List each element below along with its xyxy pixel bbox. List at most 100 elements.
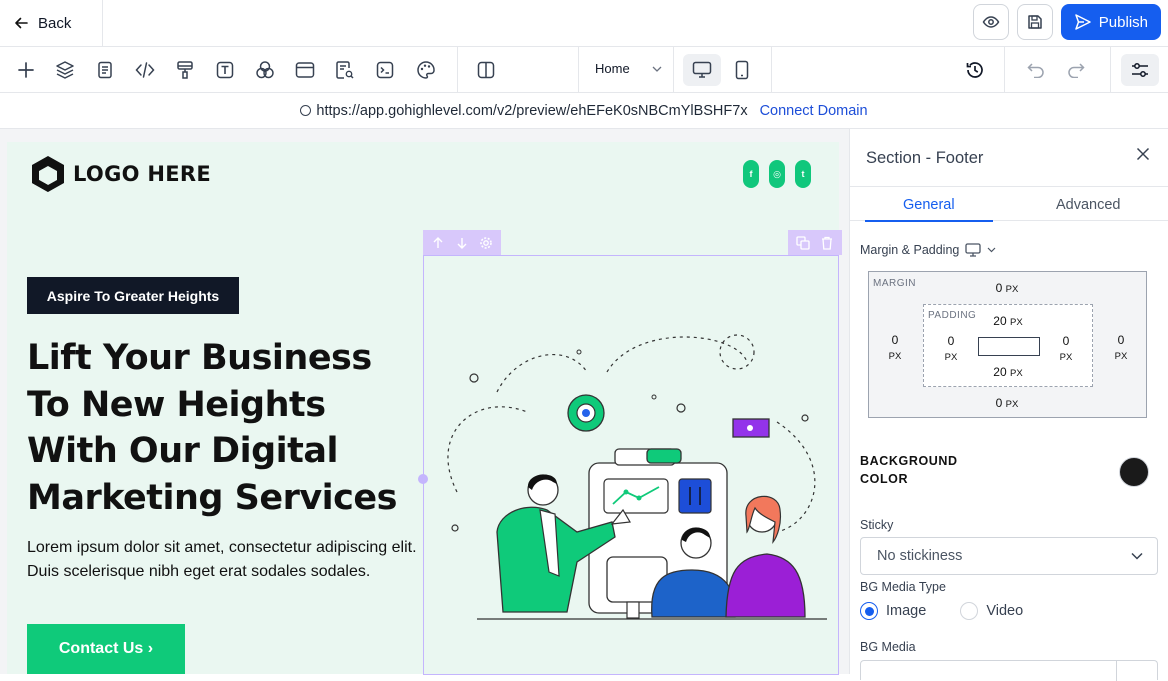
padding-label: PADDING: [928, 310, 977, 321]
seo-icon[interactable]: [333, 58, 357, 82]
hero-body-text[interactable]: Lorem ipsum dolor sit amet, consectetur …: [27, 536, 417, 584]
add-icon[interactable]: [14, 58, 38, 82]
social-links: f ◎ t: [743, 160, 811, 188]
hero-headline[interactable]: Lift Your Business To New Heights With O…: [27, 335, 417, 521]
send-icon: [1075, 14, 1091, 30]
sticky-label: Sticky: [860, 518, 894, 532]
connect-domain-link[interactable]: Connect Domain: [760, 103, 868, 119]
sections-icon[interactable]: [293, 58, 317, 82]
duplicate-icon[interactable]: [793, 233, 813, 253]
toolbar-divider: [673, 47, 674, 93]
page-preview: LOGO HERE f ◎ t Aspire To Greater Height…: [7, 142, 842, 675]
toolbar-divider: [1004, 47, 1005, 93]
bg-media-input[interactable]: [860, 660, 1158, 681]
page-select[interactable]: Home: [595, 61, 662, 76]
headline-line: With Our Digital: [27, 431, 339, 471]
history-icon[interactable]: [963, 58, 987, 82]
properties-panel: Section - Footer General Advanced Margin…: [849, 129, 1168, 681]
logo[interactable]: LOGO HERE: [29, 154, 211, 194]
undo-icon[interactable]: [1024, 58, 1048, 82]
marketing-team-illustration: [447, 334, 827, 620]
back-label: Back: [38, 14, 72, 32]
settings-button[interactable]: [1121, 54, 1159, 86]
panel-tabs: General Advanced: [850, 186, 1168, 222]
margin-right-value[interactable]: 0 PX: [1109, 333, 1133, 364]
media-input-divider: [1116, 661, 1117, 681]
padding-bottom-value[interactable]: 20 PX: [984, 365, 1032, 379]
editor-canvas: LOGO HERE f ◎ t Aspire To Greater Height…: [0, 129, 849, 675]
margin-label: MARGIN: [873, 278, 916, 289]
top-actions: Publish: [972, 4, 1161, 40]
publish-button[interactable]: Publish: [1060, 4, 1161, 40]
toolbar-divider: [578, 47, 579, 93]
move-up-icon[interactable]: [428, 233, 448, 253]
padding-top-value[interactable]: 20 PX: [984, 314, 1032, 328]
layers-icon[interactable]: [53, 58, 77, 82]
back-button[interactable]: Back: [0, 0, 103, 46]
margin-top-value[interactable]: 0 PX: [987, 281, 1027, 295]
margin-bottom-value[interactable]: 0 PX: [987, 396, 1027, 410]
headline-line: Lift Your Business: [27, 338, 372, 378]
instagram-icon[interactable]: ◎: [769, 160, 785, 188]
contact-us-button[interactable]: Contact Us ›: [27, 624, 185, 674]
content-box: [978, 337, 1040, 356]
eye-icon: [982, 16, 1000, 28]
headline-line: To New Heights: [27, 384, 326, 425]
pages-icon[interactable]: [93, 58, 117, 82]
desktop-icon[interactable]: [965, 243, 982, 257]
radio-video[interactable]: [960, 602, 979, 620]
editor-toolbar: Home: [0, 47, 1168, 93]
resize-handle[interactable]: [418, 474, 428, 484]
color-palette-icon[interactable]: [414, 58, 438, 82]
radio-video-label: Video: [986, 603, 1024, 619]
hexagon-logo-icon: [32, 156, 64, 192]
sticky-select-value: No stickiness: [877, 548, 963, 564]
text-icon[interactable]: [213, 58, 237, 82]
element-move-toolbar: [423, 230, 501, 255]
sticky-select[interactable]: No stickiness: [860, 537, 1158, 575]
tagline-badge[interactable]: Aspire To Greater Heights: [27, 277, 239, 314]
margin-padding-label: Margin & Padding: [860, 243, 960, 257]
elements-icon[interactable]: [253, 58, 277, 82]
background-color-label: BACKGROUND COLOR: [860, 454, 958, 486]
padding-right-value[interactable]: 0 PX: [1054, 334, 1078, 365]
styles-icon[interactable]: [173, 58, 197, 82]
radio-image[interactable]: [860, 602, 878, 620]
preview-url[interactable]: https://app.gohighlevel.com/v2/preview/e…: [316, 103, 747, 119]
background-color-swatch[interactable]: [1119, 457, 1149, 487]
desktop-icon: [692, 61, 712, 78]
split-view-icon[interactable]: [474, 58, 498, 82]
facebook-icon[interactable]: f: [743, 160, 759, 188]
padding-box: PADDING 20 PX 20 PX 0 PX 0 PX: [923, 304, 1093, 387]
preview-url-bar: https://app.gohighlevel.com/v2/preview/e…: [0, 93, 1168, 129]
active-tab-indicator: [865, 220, 993, 222]
bg-media-type-options: Image Video: [860, 602, 1023, 620]
save-icon: [1028, 15, 1042, 29]
chevron-down-icon: [1131, 552, 1143, 560]
terminal-icon[interactable]: [373, 58, 397, 82]
bg-media-label: BG Media: [860, 640, 916, 654]
element-settings-icon[interactable]: [476, 233, 496, 253]
redo-icon[interactable]: [1064, 58, 1088, 82]
toolbar-divider: [771, 47, 772, 93]
toolbar-divider: [457, 47, 458, 93]
move-down-icon[interactable]: [452, 233, 472, 253]
circle-icon: [300, 105, 312, 116]
padding-left-value[interactable]: 0 PX: [939, 334, 963, 365]
radio-image-label: Image: [886, 603, 927, 619]
chevron-down-icon[interactable]: [987, 247, 996, 253]
preview-button[interactable]: [972, 4, 1009, 40]
tab-advanced[interactable]: Advanced: [1056, 197, 1121, 213]
margin-left-value[interactable]: 0 PX: [883, 333, 907, 364]
twitter-icon[interactable]: t: [795, 160, 811, 188]
mobile-view-button[interactable]: [723, 54, 761, 86]
save-button[interactable]: [1016, 4, 1053, 40]
toolbar-divider: [1110, 47, 1111, 93]
publish-label: Publish: [1098, 13, 1148, 31]
chevron-down-icon: [652, 66, 662, 72]
code-icon[interactable]: [133, 58, 157, 82]
trash-icon[interactable]: [817, 233, 837, 253]
desktop-view-button[interactable]: [683, 54, 721, 86]
close-icon[interactable]: [1136, 147, 1150, 166]
tab-general[interactable]: General: [903, 197, 955, 213]
